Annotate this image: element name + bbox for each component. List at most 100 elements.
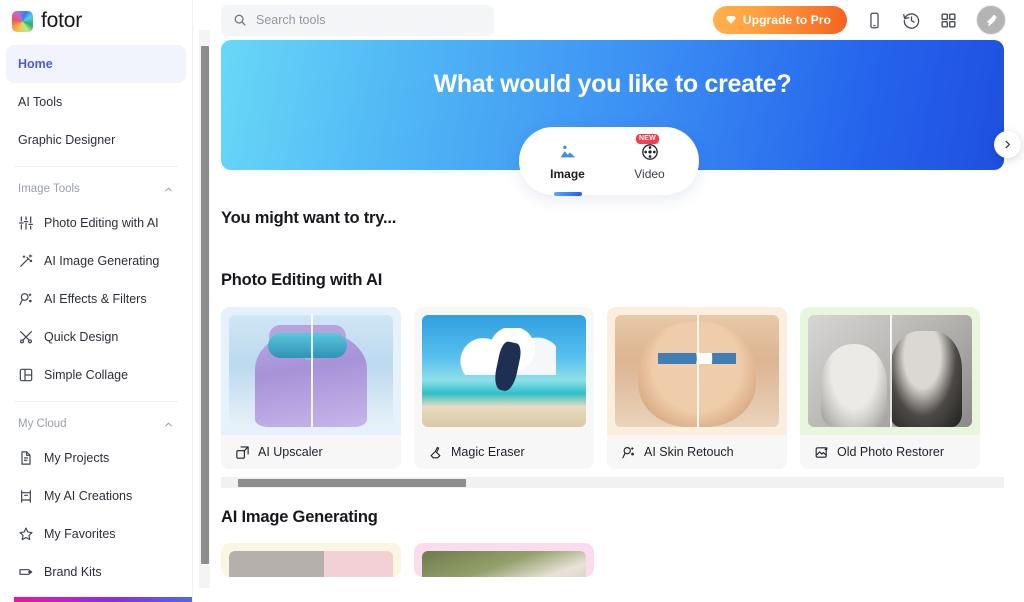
card-label-row: AI Skin Retouch (607, 435, 787, 469)
sidebar-group-my-cloud[interactable]: My Cloud (0, 409, 192, 439)
sidebar-item-label: My Favorites (44, 527, 116, 541)
brand-logo[interactable]: fotor (0, 0, 192, 45)
section-title-ai-image-generating: AI Image Generating (221, 508, 378, 526)
sidebar-image-tools-list: Photo Editing with AI AI Image Generatin… (0, 204, 192, 394)
sidebar-item-label: AI Image Generating (44, 254, 160, 268)
tool-card-generating-1[interactable] (221, 543, 401, 577)
sidebar-divider-2 (14, 401, 178, 402)
carousel-next-button[interactable] (994, 131, 1021, 158)
sidebar-scroll-area: Home AI Tools Graphic Designer Image Too… (0, 45, 192, 602)
diamond-icon (725, 14, 737, 26)
card-thumb-wrap (221, 307, 401, 435)
card-label: Magic Eraser (451, 445, 525, 459)
create-mode-switcher: Image NEW Video (518, 127, 699, 196)
card-thumbnail (229, 551, 393, 577)
sidebar-primary-nav: Home AI Tools Graphic Designer (0, 45, 192, 159)
tag-icon (18, 564, 34, 580)
card-thumbnail (229, 315, 393, 427)
sidebar-item-my-favorites[interactable]: My Favorites (6, 515, 186, 553)
sidebar-item-graphic-designer[interactable]: Graphic Designer (6, 121, 186, 159)
mode-tab-image[interactable]: Image (540, 142, 596, 196)
apps-grid-icon[interactable] (939, 11, 958, 30)
upgrade-to-pro-button[interactable]: Upgrade to Pro (712, 6, 847, 34)
sidebar-item-label: My AI Creations (44, 489, 133, 503)
document-icon (18, 450, 34, 466)
top-bar-actions: Upgrade to Pro (712, 5, 1006, 35)
card-label-row: Old Photo Restorer (800, 435, 980, 469)
tool-card-ai-upscaler[interactable]: AI Upscaler (221, 307, 401, 469)
sidebar-item-label: Brand Kits (44, 565, 102, 579)
search-box[interactable] (221, 4, 494, 36)
tool-card-ai-skin-retouch[interactable]: AI Skin Retouch (607, 307, 787, 469)
card-thumbnail (422, 551, 586, 577)
sidebar-divider-1 (14, 166, 178, 167)
collage-grid-icon (18, 367, 34, 383)
search-icon (233, 13, 247, 27)
user-avatar[interactable] (976, 5, 1006, 35)
mobile-app-icon[interactable] (865, 11, 884, 30)
sidebar-my-cloud-list: My Projects My AI Creations My Favorites (0, 439, 192, 591)
sidebar-item-label: Quick Design (44, 330, 119, 344)
main-content: Upgrade to Pro What would you lik (193, 0, 1024, 602)
card-thumb-wrap (800, 307, 980, 435)
eraser-icon (428, 445, 443, 460)
sidebar-item-brand-kits[interactable]: Brand Kits (6, 553, 186, 591)
mode-label: Image (550, 166, 585, 181)
new-badge: NEW (635, 133, 660, 144)
card-thumbnail (808, 315, 972, 427)
history-icon[interactable] (902, 11, 921, 30)
crossed-tools-icon (18, 329, 34, 345)
search-input[interactable] (256, 13, 482, 27)
active-tab-underline (553, 191, 582, 196)
sidebar-item-ai-tools[interactable]: AI Tools (6, 83, 186, 121)
ai-image-generating-card-row (221, 543, 1004, 577)
scrollbar-thumb[interactable] (200, 46, 209, 564)
sidebar-item-ai-effects-filters[interactable]: AI Effects & Filters (6, 280, 186, 318)
sidebar-item-my-ai-creations[interactable]: My AI Creations (6, 477, 186, 515)
photo-restore-icon (814, 445, 829, 460)
card-label: AI Skin Retouch (644, 445, 734, 459)
sidebar-item-home[interactable]: Home (6, 45, 186, 83)
chevron-right-icon (1005, 140, 1010, 149)
sparkle-effects-icon (18, 291, 34, 307)
upscale-icon (235, 445, 250, 460)
image-mountain-icon (558, 142, 578, 162)
section-title-photo-editing: Photo Editing with AI (221, 271, 383, 289)
sidebar-vertical-scrollbar[interactable] (199, 30, 210, 588)
fotor-app-window: fotor Home AI Tools Graphic Designer Ima… (0, 0, 1024, 602)
restored-half-overlay (887, 315, 972, 427)
upgrade-label: Upgrade to Pro (742, 13, 831, 27)
top-bar: Upgrade to Pro (193, 0, 1024, 40)
sidebar-item-label: Photo Editing with AI (44, 216, 159, 230)
fotor-logo-icon (12, 10, 33, 32)
card-thumbnail (615, 315, 779, 427)
sidebar-item-my-projects[interactable]: My Projects (6, 439, 186, 477)
before-after-split-line (890, 315, 892, 427)
chevron-up-icon[interactable] (163, 419, 174, 430)
tool-card-old-photo-restorer[interactable]: Old Photo Restorer (800, 307, 980, 469)
sidebar-item-label: My Projects (44, 451, 110, 465)
before-after-split-line (311, 315, 313, 427)
suggestion-heading: You might want to try... (221, 209, 397, 227)
sidebar-group-image-tools[interactable]: Image Tools (0, 174, 192, 204)
chevron-up-icon[interactable] (163, 184, 174, 195)
sliders-icon (18, 215, 34, 231)
sidebar-item-photo-editing-with-ai[interactable]: Photo Editing with AI (6, 204, 186, 242)
sidebar-item-simple-collage[interactable]: Simple Collage (6, 356, 186, 394)
hero-title: What would you like to create? (433, 70, 792, 98)
tool-card-generating-2[interactable] (414, 543, 594, 577)
tool-card-magic-eraser[interactable]: Magic Eraser (414, 307, 594, 469)
sidebar-item-label: Graphic Designer (18, 133, 116, 147)
sidebar-item-ai-image-generating[interactable]: AI Image Generating (6, 242, 186, 280)
sidebar-gradient-bar (14, 597, 192, 602)
mode-tab-video[interactable]: NEW Video (622, 133, 678, 181)
sidebar-item-label: Simple Collage (44, 368, 129, 382)
sidebar-group-label: Image Tools (18, 183, 80, 195)
scrollbar-thumb[interactable] (238, 478, 466, 487)
content-area: What would you like to create? Image NEW… (193, 40, 1024, 577)
sidebar-item-label: Home (18, 57, 53, 71)
carousel-horizontal-scrollbar[interactable] (221, 477, 1004, 488)
brand-name: fotor (41, 9, 83, 32)
sidebar-item-quick-design[interactable]: Quick Design (6, 318, 186, 356)
card-thumb-wrap (607, 307, 787, 435)
